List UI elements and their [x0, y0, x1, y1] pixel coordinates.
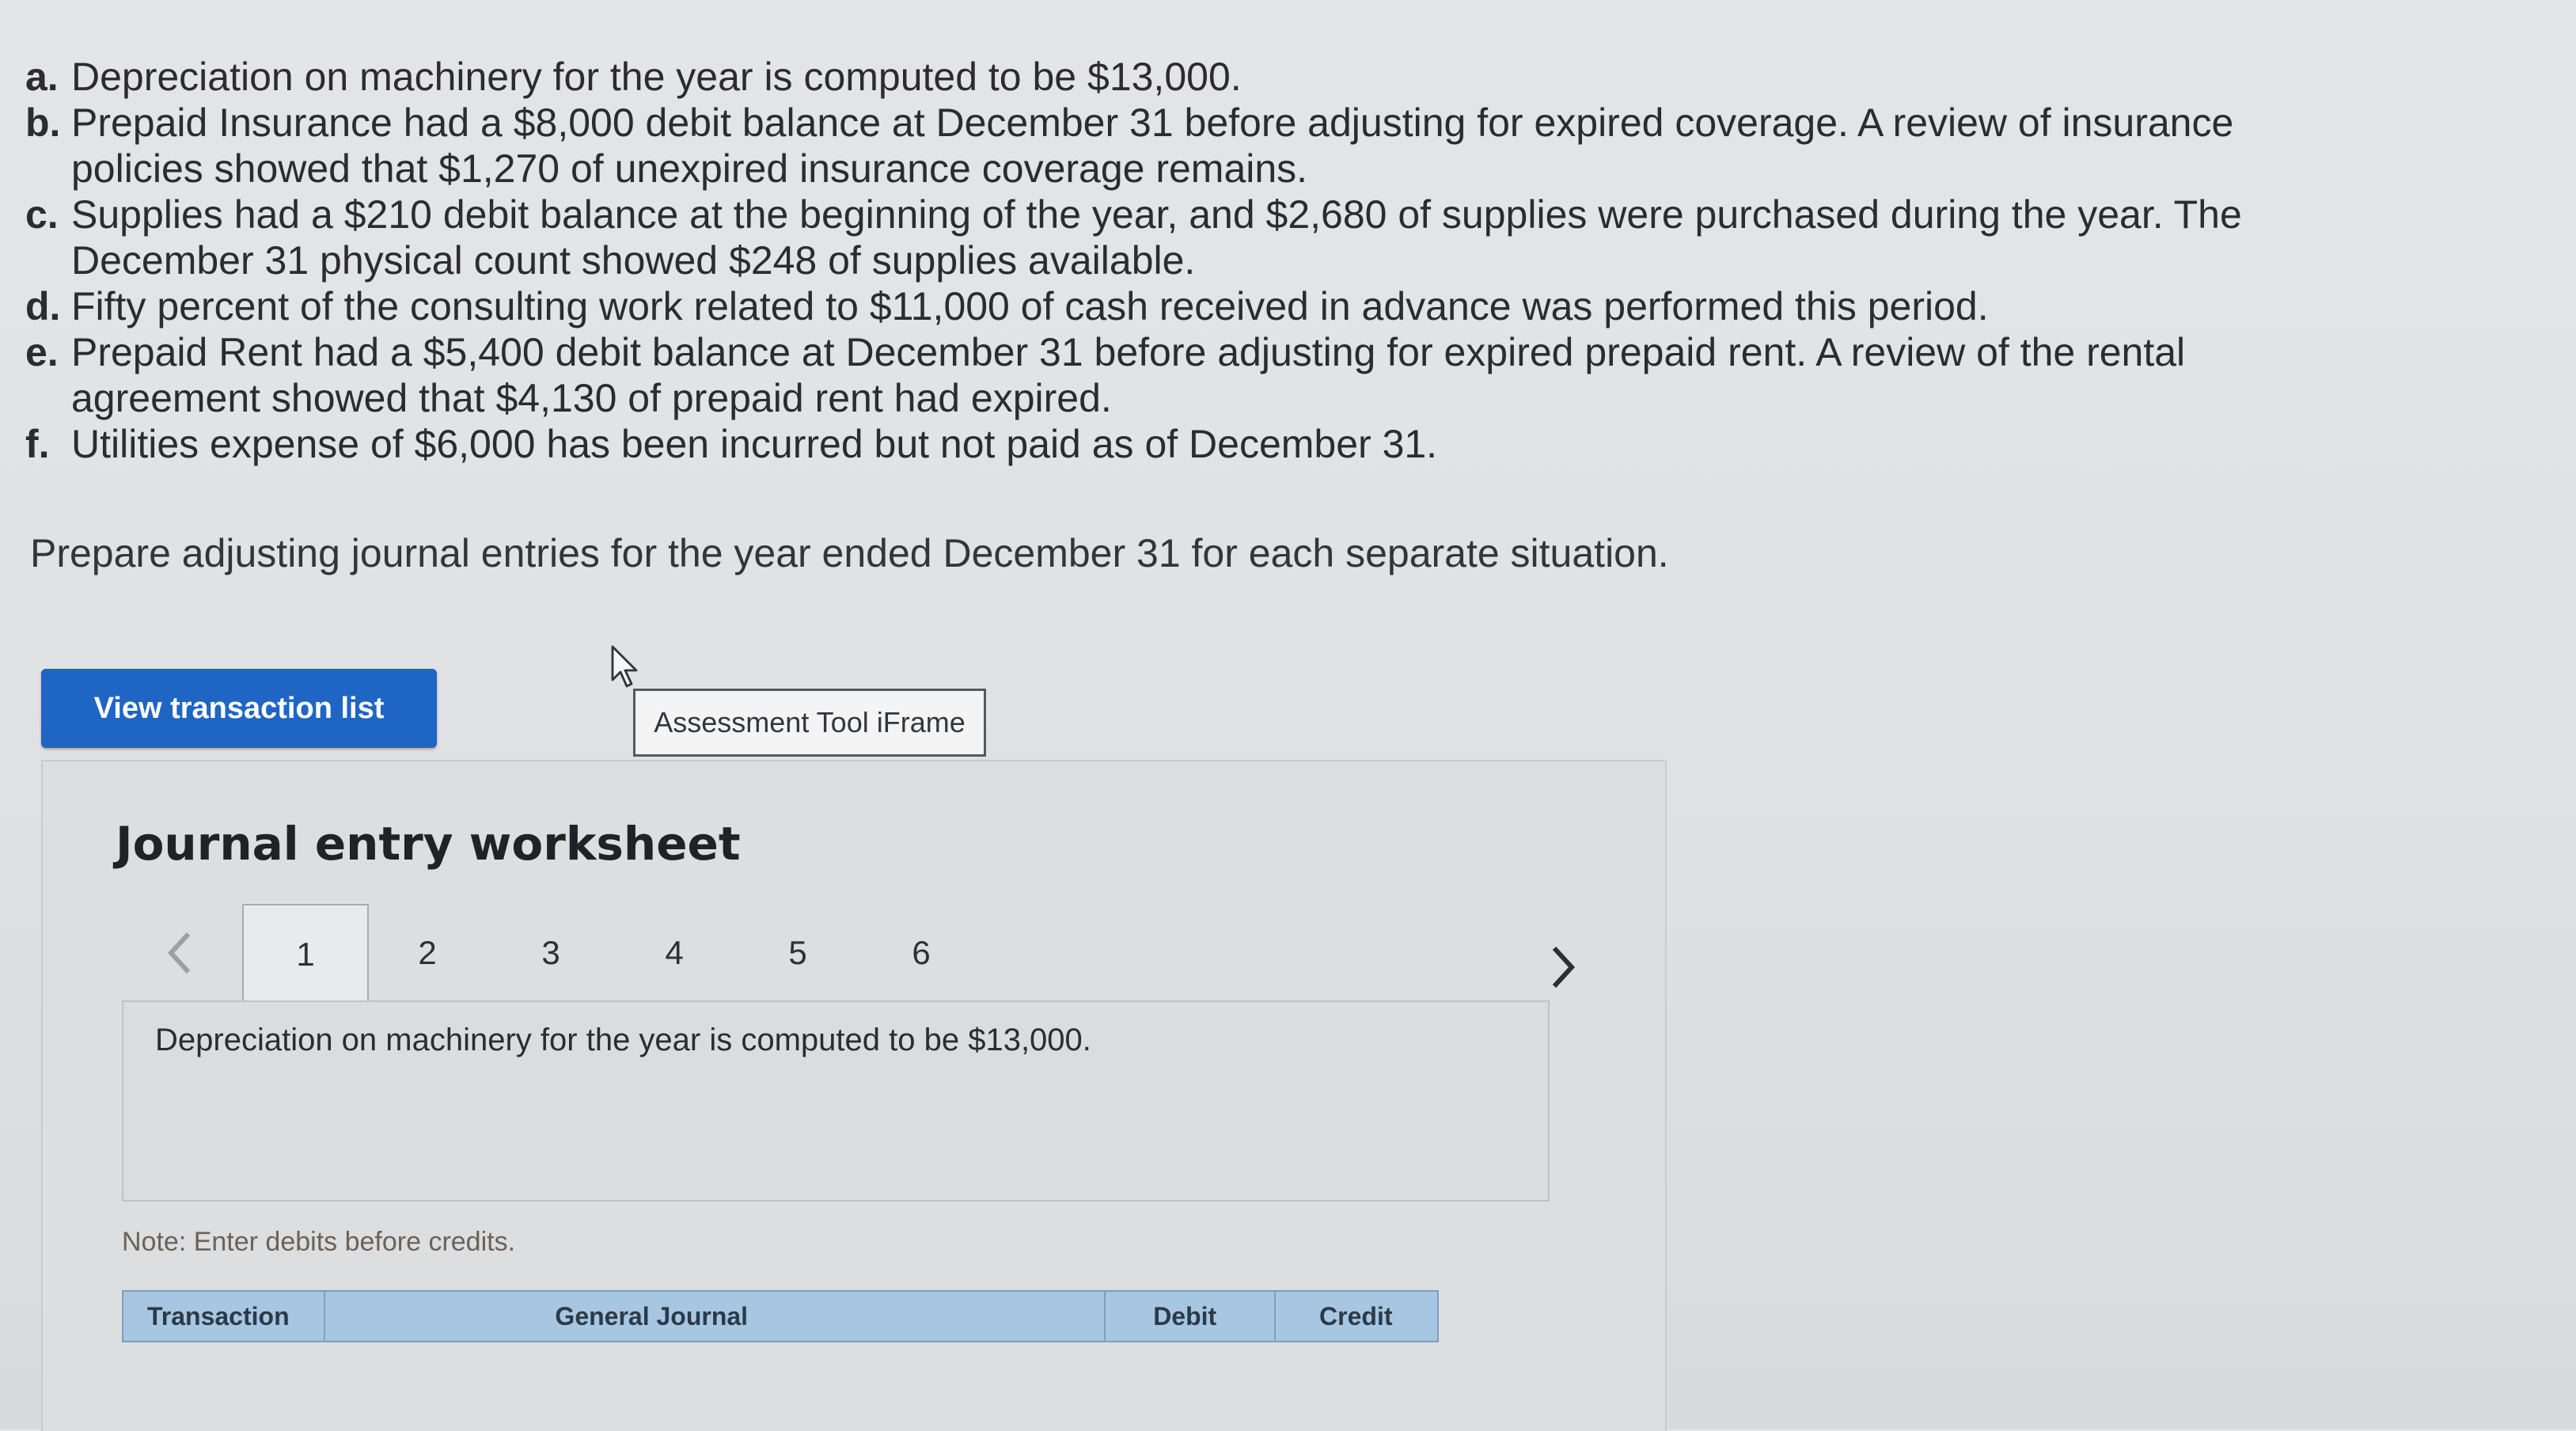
entry-description: Depreciation on machinery for the year i… — [155, 1023, 1091, 1057]
item-text: Supplies had a $210 debit balance at the… — [71, 192, 2242, 283]
item-c: c. Supplies had a $210 debit balance at … — [25, 192, 2320, 283]
chevron-right-icon[interactable] — [1546, 943, 1581, 991]
tab-entry-1[interactable]: 1 — [242, 904, 369, 1004]
column-header-general-journal: General Journal — [325, 1292, 1106, 1341]
item-letter: d. — [25, 284, 61, 328]
worksheet-title: Journal entry worksheet — [116, 817, 741, 871]
item-text: Prepaid Rent had a $5,400 debit balance … — [71, 330, 2186, 420]
entry-description-box: Depreciation on machinery for the year i… — [122, 1000, 1550, 1201]
tab-entry-4[interactable]: 4 — [613, 904, 736, 1002]
column-header-credit: Credit — [1319, 1301, 1393, 1330]
item-d: d. Fifty percent of the consulting work … — [25, 283, 2320, 329]
tab-entry-2[interactable]: 2 — [366, 904, 489, 1002]
instructions-text: Prepare adjusting journal entries for th… — [30, 531, 1669, 575]
column-header-transaction: Transaction — [123, 1292, 326, 1341]
chevron-left-icon[interactable] — [161, 929, 196, 977]
item-text: Depreciation on machinery for the year i… — [71, 55, 1242, 99]
problem-items-list: a. Depreciation on machinery for the yea… — [25, 54, 2320, 467]
item-letter: e. — [25, 330, 59, 374]
view-transaction-list-button[interactable]: View transaction list — [41, 669, 437, 748]
journal-entry-worksheet: Journal entry worksheet 1 2 3 4 5 6 Depr… — [41, 760, 1667, 1431]
item-text: Prepaid Insurance had a $8,000 debit bal… — [71, 101, 2234, 191]
tab-entry-5[interactable]: 5 — [736, 904, 859, 1002]
journal-table-header: Transaction General Journal Debit Credit — [122, 1290, 1439, 1342]
item-text: Fifty percent of the consulting work rel… — [71, 284, 1989, 328]
cursor-arrow-icon — [611, 645, 638, 688]
item-letter: f. — [25, 422, 50, 466]
column-header-debit: Debit — [1106, 1292, 1277, 1341]
item-a: a. Depreciation on machinery for the yea… — [25, 54, 2320, 100]
item-e: e. Prepaid Rent had a $5,400 debit balan… — [25, 329, 2320, 421]
note-text: Note: Enter debits before credits. — [122, 1227, 516, 1257]
tab-entry-3[interactable]: 3 — [489, 904, 613, 1002]
item-letter: b. — [25, 101, 61, 145]
entry-tabs: 1 2 3 4 5 6 — [122, 904, 1594, 1004]
item-f: f. Utilities expense of $6,000 has been … — [25, 421, 2320, 467]
tab-entry-6[interactable]: 6 — [859, 904, 983, 1002]
item-b: b. Prepaid Insurance had a $8,000 debit … — [25, 100, 2320, 192]
assessment-tool-iframe-label: Assessment Tool iFrame — [633, 689, 986, 757]
item-text: Utilities expense of $6,000 has been inc… — [71, 422, 1438, 466]
item-letter: a. — [25, 55, 59, 99]
item-letter: c. — [25, 192, 59, 237]
